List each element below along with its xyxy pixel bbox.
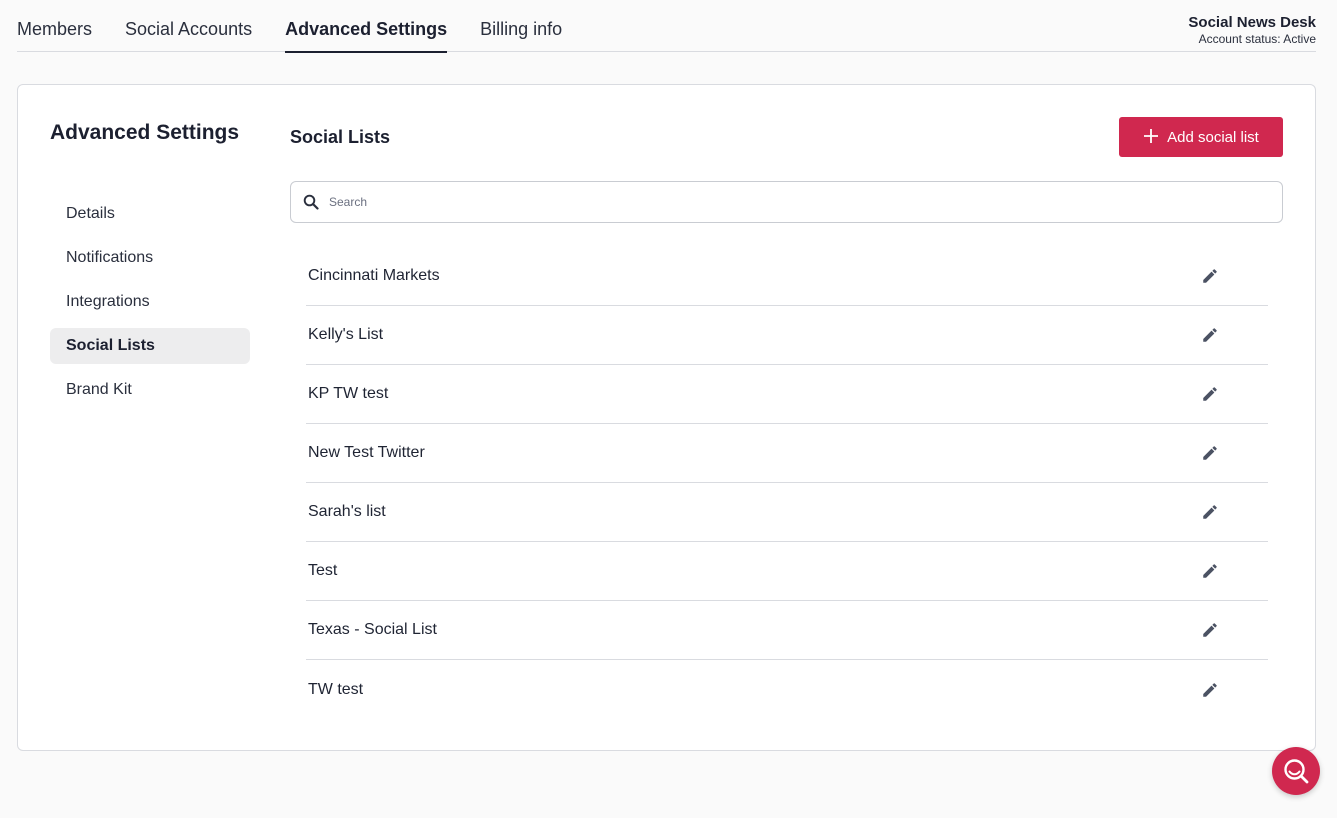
- social-lists: Cincinnati Markets Kelly's List KP TW te…: [306, 247, 1268, 719]
- pencil-icon[interactable]: [1200, 561, 1220, 581]
- settings-card: Advanced Settings Details Notifications …: [17, 84, 1316, 751]
- page-title: Social Lists: [290, 127, 391, 147]
- list-item-name: Test: [308, 562, 338, 579]
- sidebar-item-notifications[interactable]: Notifications: [50, 240, 250, 276]
- list-item: Test: [306, 542, 1268, 601]
- pencil-icon[interactable]: [1200, 443, 1220, 463]
- sidebar-title: Advanced Settings: [50, 121, 240, 144]
- pencil-icon[interactable]: [1200, 680, 1220, 700]
- sidebar-item-details[interactable]: Details: [50, 196, 250, 232]
- settings-tabs: Members Social Accounts Advanced Setting…: [17, 0, 595, 53]
- pencil-icon[interactable]: [1200, 502, 1220, 522]
- pencil-icon[interactable]: [1200, 620, 1220, 640]
- help-button[interactable]: [1272, 747, 1320, 795]
- list-item-name: Sarah's list: [308, 503, 386, 520]
- list-item-name: Kelly's List: [308, 326, 384, 343]
- tab-billing-info[interactable]: Billing info: [480, 0, 562, 52]
- list-item: Sarah's list: [306, 483, 1268, 542]
- list-item-name: TW test: [308, 680, 364, 698]
- list-item: New Test Twitter: [306, 424, 1268, 483]
- sidebar-item-integrations[interactable]: Integrations: [50, 284, 250, 320]
- list-item: TW test: [306, 660, 1268, 719]
- sidebar-nav: Details Notifications Integrations Socia…: [50, 196, 250, 416]
- list-item-name: Texas - Social List: [308, 621, 437, 638]
- tab-advanced-settings[interactable]: Advanced Settings: [285, 0, 448, 53]
- account-status: Account status: Active: [1198, 32, 1316, 46]
- search-icon: [303, 194, 319, 210]
- top-navigation: Members Social Accounts Advanced Setting…: [17, 0, 1316, 53]
- sidebar-item-social-lists[interactable]: Social Lists: [50, 328, 250, 364]
- pencil-icon[interactable]: [1200, 325, 1220, 345]
- tab-members[interactable]: Members: [17, 0, 92, 52]
- add-social-list-button[interactable]: Add social list: [1119, 117, 1283, 157]
- add-social-list-label: Add social list: [1167, 128, 1259, 146]
- account-info: Social News Desk Account status: Active: [1188, 14, 1316, 46]
- help-search-icon: [1284, 759, 1309, 784]
- plus-icon: [1143, 127, 1159, 147]
- list-item: Texas - Social List: [306, 601, 1268, 660]
- list-item-name: New Test Twitter: [308, 444, 425, 461]
- pencil-icon[interactable]: [1200, 266, 1220, 286]
- account-name: Social News Desk: [1188, 14, 1316, 31]
- sidebar-item-brand-kit[interactable]: Brand Kit: [50, 372, 250, 408]
- list-item: Cincinnati Markets: [306, 247, 1268, 306]
- pencil-icon[interactable]: [1200, 384, 1220, 404]
- list-item: Kelly's List: [306, 306, 1268, 365]
- list-item-name: Cincinnati Markets: [308, 267, 440, 284]
- search-input[interactable]: [329, 190, 1269, 214]
- search-box: [290, 181, 1283, 223]
- list-item-name: KP TW test: [308, 385, 389, 402]
- tab-social-accounts[interactable]: Social Accounts: [125, 0, 252, 52]
- list-item: KP TW test: [306, 365, 1268, 424]
